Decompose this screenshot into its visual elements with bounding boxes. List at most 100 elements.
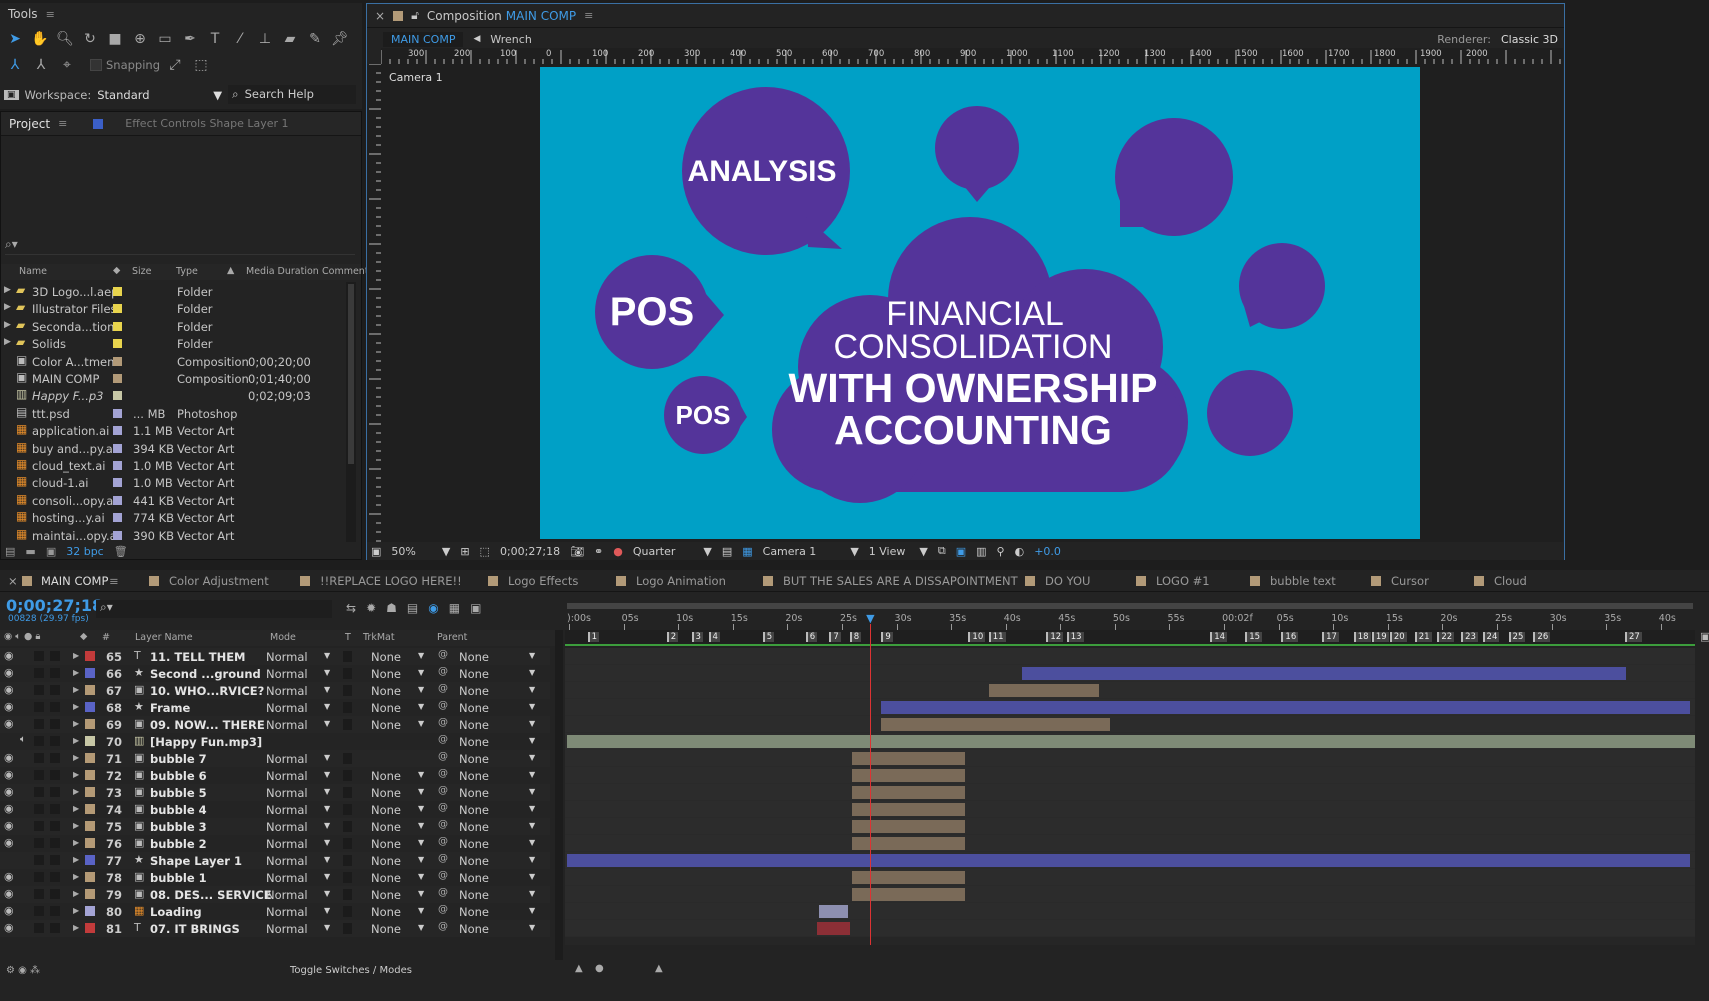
solo-box[interactable]: [34, 889, 44, 899]
layer-parent[interactable]: None: [459, 820, 489, 834]
comp-marker[interactable]: 23: [1461, 632, 1478, 642]
lock-box[interactable]: [50, 770, 60, 780]
visibility-eye-icon[interactable]: ◉: [4, 683, 14, 696]
layer-row[interactable]: ◉ ▶ 73 ▣ bubble 5 Normal ▼ None ▼ @ None ▼: [0, 784, 550, 801]
time-ruler[interactable]: ):00s 05s 10s 15s 20s 25s 30s 35s 40s 45s 50s 55s 00…: [565, 612, 1695, 630]
project-item[interactable]: ▶ ▰ 3D Logo...l.aep Folder: [1, 282, 346, 301]
solo-box[interactable]: [34, 872, 44, 882]
layer-mode[interactable]: Normal: [266, 820, 308, 834]
selection-tool-icon[interactable]: ➤: [4, 29, 26, 49]
layer-mode[interactable]: Normal: [266, 650, 308, 664]
layer-label-color[interactable]: [85, 668, 95, 678]
resolution-dropdown[interactable]: Quarter ▼: [633, 545, 712, 558]
panel-menu-icon[interactable]: ≡: [58, 117, 67, 130]
camera-view-dropdown[interactable]: Camera 1 ▼: [763, 545, 859, 558]
comp-marker[interactable]: 14: [1210, 632, 1228, 642]
audio-speaker-icon[interactable]: 🔈︎: [20, 734, 26, 745]
hand-tool-icon[interactable]: ✋: [29, 29, 51, 49]
pick-whip-icon[interactable]: @: [438, 802, 448, 813]
layer-trkmat[interactable]: None: [371, 871, 401, 885]
preserve-transparency-box[interactable]: [343, 719, 352, 730]
lock-icon[interactable]: 🔓︎: [411, 8, 419, 23]
column-mode[interactable]: Mode: [270, 632, 296, 643]
rectangle-tool-icon[interactable]: ▭: [154, 29, 176, 49]
visibility-eye-icon[interactable]: ◉: [4, 887, 14, 900]
label-color-swatch[interactable]: [113, 391, 122, 401]
project-item[interactable]: ▦ cloud_text.ai 1.0 MB Vector Art: [1, 456, 346, 475]
layer-label-color[interactable]: [85, 855, 95, 865]
label-color-swatch[interactable]: [113, 495, 122, 505]
comp-marker[interactable]: 27: [1624, 632, 1642, 642]
chevron-down-icon[interactable]: ▼: [418, 685, 424, 694]
project-item[interactable]: ▶ ▰ Illustrator Files Folder: [1, 299, 346, 318]
rotate-tool-icon[interactable]: ↻: [79, 29, 101, 49]
footer-switch-icons[interactable]: ⚙ ◉ ⁂: [6, 965, 40, 976]
panel-menu-icon[interactable]: ≡: [584, 9, 593, 22]
clone-stamp-tool-icon[interactable]: ⊥: [254, 29, 276, 49]
flow-current-comp[interactable]: MAIN COMP: [383, 31, 464, 47]
layer-mode[interactable]: Normal: [266, 837, 308, 851]
lock-box[interactable]: [50, 804, 60, 814]
layer-mode[interactable]: Normal: [266, 905, 308, 919]
label-color-swatch[interactable]: [113, 408, 122, 418]
chevron-down-icon[interactable]: ▼: [324, 787, 330, 796]
chevron-down-icon[interactable]: ▼: [529, 685, 535, 694]
layer-label-color[interactable]: [85, 719, 95, 729]
layer-trkmat[interactable]: None: [371, 803, 401, 817]
layer-row[interactable]: ◉ ▶ 75 ▣ bubble 3 Normal ▼ None ▼ @ None ▼: [0, 818, 550, 835]
chevron-down-icon[interactable]: ▼: [529, 906, 535, 915]
layer-trkmat[interactable]: None: [371, 650, 401, 664]
brush-tool-icon[interactable]: ⁄: [229, 29, 251, 49]
layer-label-color[interactable]: [85, 753, 95, 763]
layer-parent[interactable]: None: [459, 837, 489, 851]
visibility-eye-icon[interactable]: ◉: [4, 819, 14, 832]
layer-row[interactable]: 🔈︎ ▶ 70 ▥ [Happy Fun.mp3] @ None ▼: [0, 733, 550, 750]
exposure-value[interactable]: +0.0: [1034, 545, 1061, 558]
chevron-down-icon[interactable]: ▼: [529, 923, 535, 932]
layer-trkmat[interactable]: None: [371, 922, 401, 936]
chevron-down-icon[interactable]: ▼: [529, 736, 535, 745]
workspace-dropdown[interactable]: Standard ▼: [97, 88, 222, 102]
pick-whip-icon[interactable]: @: [438, 836, 448, 847]
channel-icon[interactable]: ●: [613, 545, 623, 558]
comp-marker[interactable]: 5: [762, 632, 775, 642]
visibility-eye-icon[interactable]: ◉: [4, 649, 14, 662]
pick-whip-icon[interactable]: @: [438, 887, 448, 898]
layer-list-scrollbar[interactable]: [555, 630, 563, 960]
solo-box[interactable]: [34, 719, 44, 729]
preserve-transparency-box[interactable]: [343, 668, 352, 679]
visibility-eye-icon[interactable]: ◉: [4, 700, 14, 713]
viewer-pasteboard[interactable]: Camera 1 ANALYSIS POS POS FINANCIAL CONS…: [381, 64, 1563, 542]
chevron-down-icon[interactable]: ▼: [324, 685, 330, 694]
layer-parent[interactable]: None: [459, 922, 489, 936]
safe-zones-icon[interactable]: ⊞: [460, 545, 469, 558]
snap-feature-icon[interactable]: ⤢: [164, 55, 186, 75]
preserve-transparency-box[interactable]: [343, 855, 352, 866]
layer-mode[interactable]: Normal: [266, 888, 308, 902]
chevron-down-icon[interactable]: ▼: [529, 719, 535, 728]
expand-arrow-icon[interactable]: ▶: [73, 855, 79, 864]
layer-trkmat[interactable]: None: [371, 820, 401, 834]
layer-parent[interactable]: None: [459, 888, 489, 902]
layer-row[interactable]: ▶ 77 ★ Shape Layer 1 Normal ▼ None ▼ @ None ▼: [0, 852, 550, 869]
label-color-swatch[interactable]: [113, 321, 122, 331]
visibility-eye-icon[interactable]: ◉: [4, 836, 14, 849]
layer-label-color[interactable]: [85, 787, 95, 797]
layer-mode[interactable]: Normal: [266, 786, 308, 800]
project-item[interactable]: ▦ hosting...y.ai 774 KB Vector Art: [1, 508, 346, 527]
column-comment[interactable]: Comment: [322, 266, 369, 277]
expand-arrow-icon[interactable]: ▶: [4, 320, 11, 330]
expand-arrow-icon[interactable]: ▶: [4, 337, 11, 347]
toggle-mask-icon[interactable]: ▦: [742, 545, 752, 558]
column-type[interactable]: Type: [176, 266, 198, 277]
expand-arrow-icon[interactable]: ▶: [73, 889, 79, 898]
column-layer-name[interactable]: Layer Name: [135, 632, 193, 643]
preserve-transparency-box[interactable]: [343, 838, 352, 849]
pick-whip-icon[interactable]: @: [438, 870, 448, 881]
solo-box[interactable]: [34, 906, 44, 916]
comp-marker[interactable]: 16: [1281, 632, 1299, 642]
column-name[interactable]: Name: [19, 266, 47, 277]
pick-whip-icon[interactable]: @: [438, 683, 448, 694]
preserve-transparency-box[interactable]: [343, 872, 352, 883]
chevron-down-icon[interactable]: ▼: [324, 770, 330, 779]
